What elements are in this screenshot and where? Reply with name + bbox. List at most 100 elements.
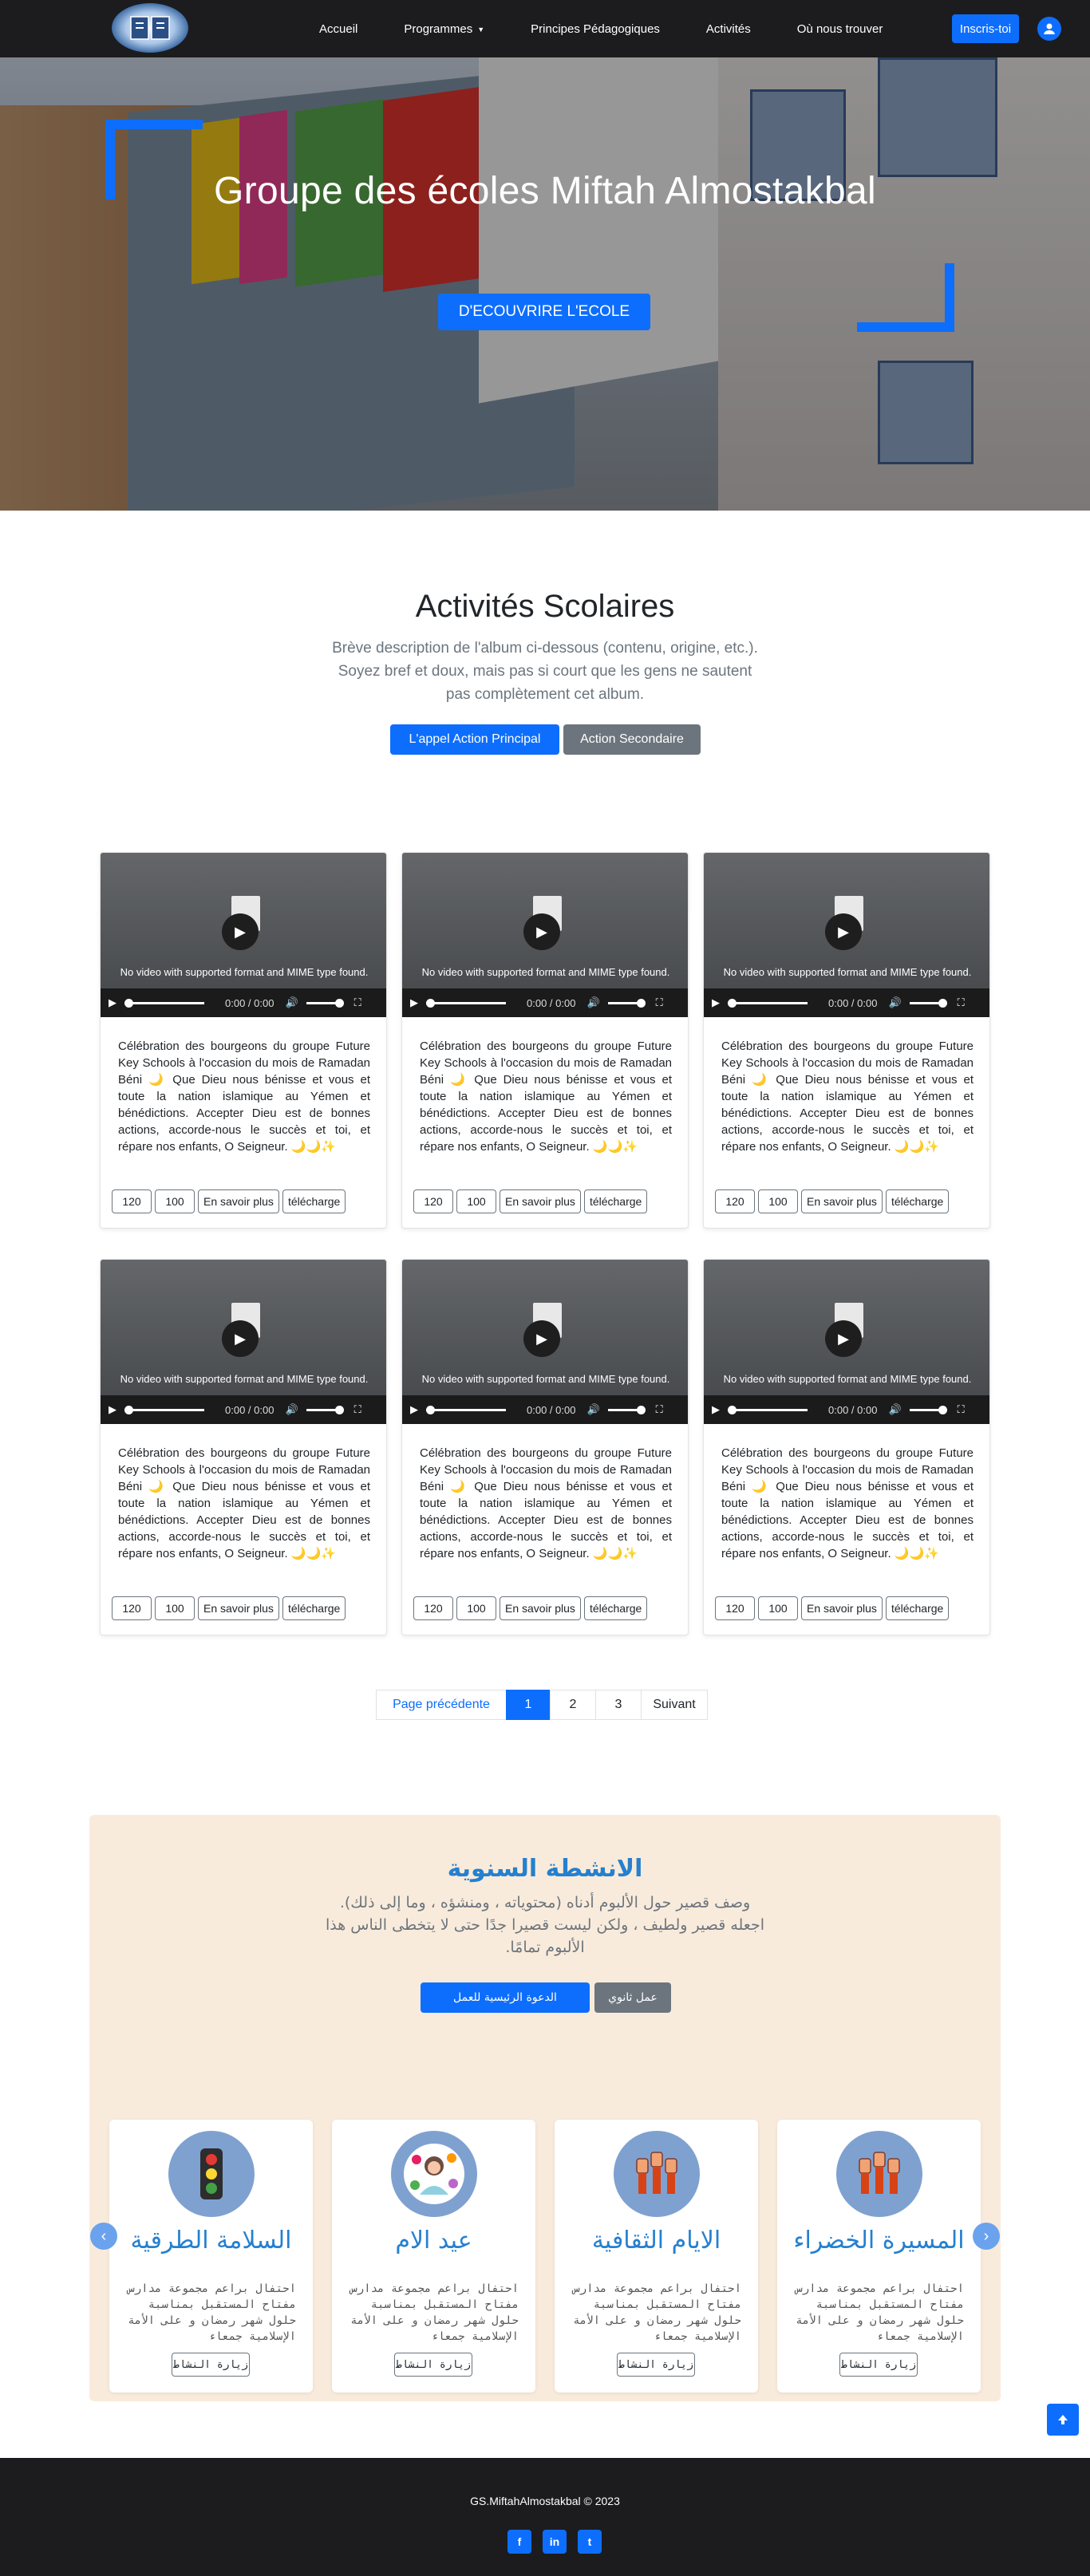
- fullscreen-icon[interactable]: ⛶: [656, 1403, 663, 1416]
- video-progress-slider[interactable]: [124, 998, 204, 1008]
- play-overlay-icon[interactable]: ▶: [222, 1320, 259, 1357]
- download-button[interactable]: télécharge: [282, 1596, 346, 1620]
- hero-title: Groupe des écoles Miftah Almostakbal: [214, 170, 876, 212]
- play-icon[interactable]: ▶: [712, 996, 720, 1009]
- likes-count-button[interactable]: 100: [758, 1596, 798, 1620]
- learn-more-button[interactable]: En savoir plus: [198, 1596, 279, 1620]
- school-logo[interactable]: [112, 3, 188, 53]
- likes-count-button[interactable]: 100: [456, 1596, 496, 1620]
- volume-icon[interactable]: 🔊: [888, 996, 901, 1009]
- video-progress-slider[interactable]: [728, 1405, 808, 1414]
- linkedin-icon[interactable]: in: [543, 2530, 567, 2554]
- learn-more-button[interactable]: En savoir plus: [500, 1596, 581, 1620]
- play-overlay-icon[interactable]: ▶: [523, 913, 560, 950]
- nav-item-ou-nous-trouver[interactable]: Où nous trouver: [797, 22, 883, 36]
- volume-slider[interactable]: [909, 998, 947, 1008]
- nav-item-programmes[interactable]: Programmes ▼: [404, 22, 484, 36]
- back-to-top-button[interactable]: [1047, 2404, 1079, 2436]
- volume-slider[interactable]: [306, 1405, 344, 1414]
- nav-item-activites[interactable]: Activités: [706, 22, 751, 36]
- video-time: 0:00 / 0:00: [527, 996, 576, 1009]
- footer: GS.MiftahAlmostakbal © 2023 f in t: [0, 2458, 1090, 2576]
- play-icon[interactable]: ▶: [712, 1403, 720, 1416]
- play-overlay-icon[interactable]: ▶: [825, 1320, 862, 1357]
- nav-item-principes[interactable]: Principes Pédagogiques: [531, 22, 660, 36]
- play-icon[interactable]: ▶: [410, 1403, 418, 1416]
- discover-school-button[interactable]: D'ECOUVRIRE L'ECOLE: [438, 294, 650, 330]
- volume-icon[interactable]: 🔊: [586, 1403, 599, 1416]
- video-player[interactable]: ▶ No video with supported format and MIME…: [101, 853, 386, 1017]
- fullscreen-icon[interactable]: ⛶: [354, 996, 361, 1009]
- video-progress-slider[interactable]: [728, 998, 808, 1008]
- play-icon[interactable]: ▶: [410, 996, 418, 1009]
- volume-icon[interactable]: 🔊: [285, 1403, 298, 1416]
- learn-more-button[interactable]: En savoir plus: [500, 1189, 581, 1213]
- views-count-button[interactable]: 120: [413, 1189, 453, 1213]
- views-count-button[interactable]: 120: [413, 1596, 453, 1620]
- user-icon[interactable]: [1037, 17, 1061, 41]
- video-progress-slider[interactable]: [426, 998, 506, 1008]
- twitter-icon[interactable]: t: [578, 2530, 602, 2554]
- pagination-page-3[interactable]: 3: [595, 1690, 642, 1720]
- pagination-page-2[interactable]: 2: [550, 1690, 596, 1720]
- views-count-button[interactable]: 120: [715, 1596, 755, 1620]
- visit-activity-button[interactable]: زيارة النشاط: [394, 2353, 472, 2377]
- visit-activity-button[interactable]: زيارة النشاط: [172, 2353, 250, 2377]
- video-progress-slider[interactable]: [426, 1405, 506, 1414]
- arabic-primary-button[interactable]: الدعوة الرئيسية للعمل: [421, 1982, 590, 2013]
- visit-activity-button[interactable]: زيارة النشاط: [839, 2353, 918, 2377]
- carousel-next-arrow[interactable]: ›: [973, 2223, 1000, 2250]
- video-player[interactable]: ▶ No video with supported format and MIME…: [704, 853, 989, 1017]
- download-button[interactable]: télécharge: [583, 1189, 648, 1213]
- play-overlay-icon[interactable]: ▶: [523, 1320, 560, 1357]
- pagination-prev[interactable]: Page précédente: [376, 1690, 507, 1720]
- arabic-secondary-button[interactable]: عمل ثانوي: [594, 1982, 671, 2013]
- volume-slider[interactable]: [607, 998, 646, 1008]
- fullscreen-icon[interactable]: ⛶: [656, 996, 663, 1009]
- views-count-button[interactable]: 120: [112, 1189, 152, 1213]
- likes-count-button[interactable]: 100: [155, 1189, 195, 1213]
- facebook-icon[interactable]: f: [507, 2530, 531, 2554]
- pagination-next[interactable]: Suivant: [641, 1690, 708, 1720]
- video-progress-slider[interactable]: [124, 1405, 204, 1414]
- video-player[interactable]: ▶ No video with supported format and MIME…: [402, 853, 688, 1017]
- likes-count-button[interactable]: 100: [758, 1189, 798, 1213]
- views-count-button[interactable]: 120: [112, 1596, 152, 1620]
- learn-more-button[interactable]: En savoir plus: [801, 1596, 883, 1620]
- fullscreen-icon[interactable]: ⛶: [958, 1403, 965, 1416]
- learn-more-button[interactable]: En savoir plus: [801, 1189, 883, 1213]
- play-overlay-icon[interactable]: ▶: [825, 913, 862, 950]
- footer-copyright: GS.MiftahAlmostakbal © 2023: [470, 2495, 620, 2507]
- video-player[interactable]: ▶ No video with supported format and MIME…: [704, 1260, 989, 1424]
- volume-icon[interactable]: 🔊: [285, 996, 298, 1009]
- nav-item-accueil[interactable]: Accueil: [319, 22, 357, 36]
- volume-icon[interactable]: 🔊: [888, 1403, 901, 1416]
- likes-count-button[interactable]: 100: [456, 1189, 496, 1213]
- carousel-prev-arrow[interactable]: ‹: [90, 2223, 117, 2250]
- volume-slider[interactable]: [306, 998, 344, 1008]
- secondary-action-button[interactable]: Action Secondaire: [563, 724, 701, 755]
- primary-action-button[interactable]: L'appel Action Principal: [390, 724, 559, 755]
- fullscreen-icon[interactable]: ⛶: [958, 996, 965, 1009]
- download-button[interactable]: télécharge: [885, 1189, 950, 1213]
- views-count-button[interactable]: 120: [715, 1189, 755, 1213]
- signup-button[interactable]: Inscris-toi: [952, 14, 1019, 43]
- likes-count-button[interactable]: 100: [155, 1596, 195, 1620]
- video-player[interactable]: ▶ No video with supported format and MIME…: [402, 1260, 688, 1424]
- video-player[interactable]: ▶ No video with supported format and MIME…: [101, 1260, 386, 1424]
- play-icon[interactable]: ▶: [109, 996, 117, 1009]
- volume-slider[interactable]: [909, 1405, 947, 1414]
- download-button[interactable]: télécharge: [583, 1596, 648, 1620]
- learn-more-button[interactable]: En savoir plus: [198, 1189, 279, 1213]
- volume-icon[interactable]: 🔊: [586, 996, 599, 1009]
- activity-card: ▶ No video with supported format and MIME…: [703, 852, 990, 1229]
- download-button[interactable]: télécharge: [282, 1189, 346, 1213]
- play-icon[interactable]: ▶: [109, 1403, 117, 1416]
- play-overlay-icon[interactable]: ▶: [222, 913, 259, 950]
- pagination-page-1[interactable]: 1: [506, 1690, 551, 1720]
- hero-frame-bottom-right: [857, 263, 954, 332]
- download-button[interactable]: télécharge: [885, 1596, 950, 1620]
- volume-slider[interactable]: [607, 1405, 646, 1414]
- fullscreen-icon[interactable]: ⛶: [354, 1403, 361, 1416]
- visit-activity-button[interactable]: زيارة النشاط: [617, 2353, 695, 2377]
